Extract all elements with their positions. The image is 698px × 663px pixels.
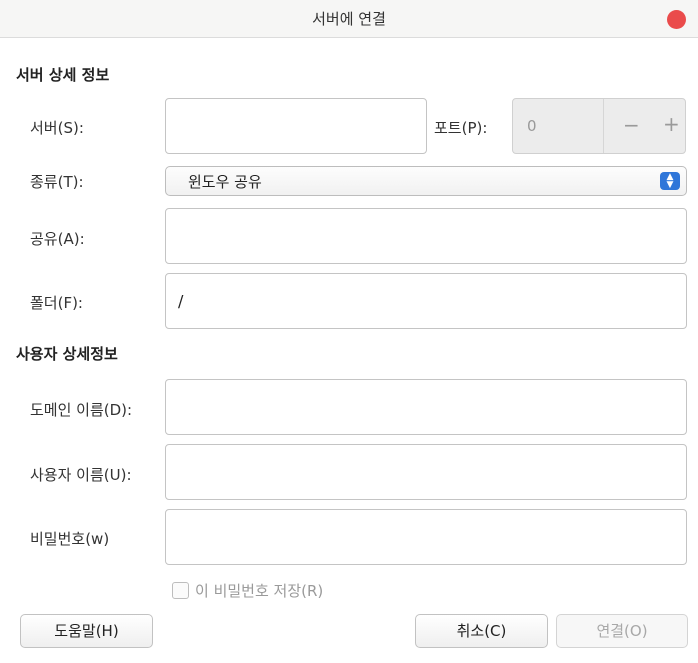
up-down-chevron-icon: ▲ ▼ (660, 172, 680, 190)
plus-icon[interactable]: + (663, 112, 680, 136)
title-bar: 서버에 연결 (0, 0, 698, 38)
minus-icon[interactable]: − (623, 113, 640, 137)
domain-label: 도메인 이름(D): (30, 401, 133, 419)
folder-input[interactable]: / (165, 273, 687, 329)
type-label: 종류(T): (30, 173, 84, 191)
password-input[interactable] (165, 509, 687, 565)
window-title: 서버에 연결 (312, 10, 386, 28)
share-input[interactable] (165, 208, 687, 264)
username-input[interactable] (165, 444, 687, 500)
server-label: 서버(S): (30, 119, 84, 137)
cancel-button[interactable]: 취소(C) (415, 614, 548, 648)
folder-label: 폴더(F): (30, 294, 83, 312)
password-label: 비밀번호(w) (30, 530, 110, 548)
server-details-heading: 서버 상세 정보 (16, 66, 110, 84)
server-input[interactable] (165, 98, 427, 154)
type-select-value: 윈도우 공유 (188, 173, 262, 191)
type-select[interactable]: 윈도우 공유 ▲ ▼ (165, 166, 687, 196)
help-button[interactable]: 도움말(H) (20, 614, 153, 648)
port-spinner[interactable]: 0 − + (512, 98, 686, 154)
remember-password-label[interactable]: 이 비밀번호 저장(R) (195, 580, 323, 601)
domain-input[interactable] (165, 379, 687, 435)
port-value[interactable]: 0 (527, 117, 537, 135)
close-icon[interactable] (667, 10, 686, 29)
share-label: 공유(A): (30, 230, 85, 248)
folder-input-value: / (178, 291, 184, 311)
remember-password-checkbox[interactable] (172, 582, 189, 599)
username-label: 사용자 이름(U): (30, 466, 132, 484)
user-details-heading: 사용자 상세정보 (16, 345, 118, 363)
connect-button[interactable]: 연결(O) (556, 614, 688, 648)
port-label: 포트(P): (434, 119, 488, 137)
port-spinner-divider (603, 99, 604, 153)
